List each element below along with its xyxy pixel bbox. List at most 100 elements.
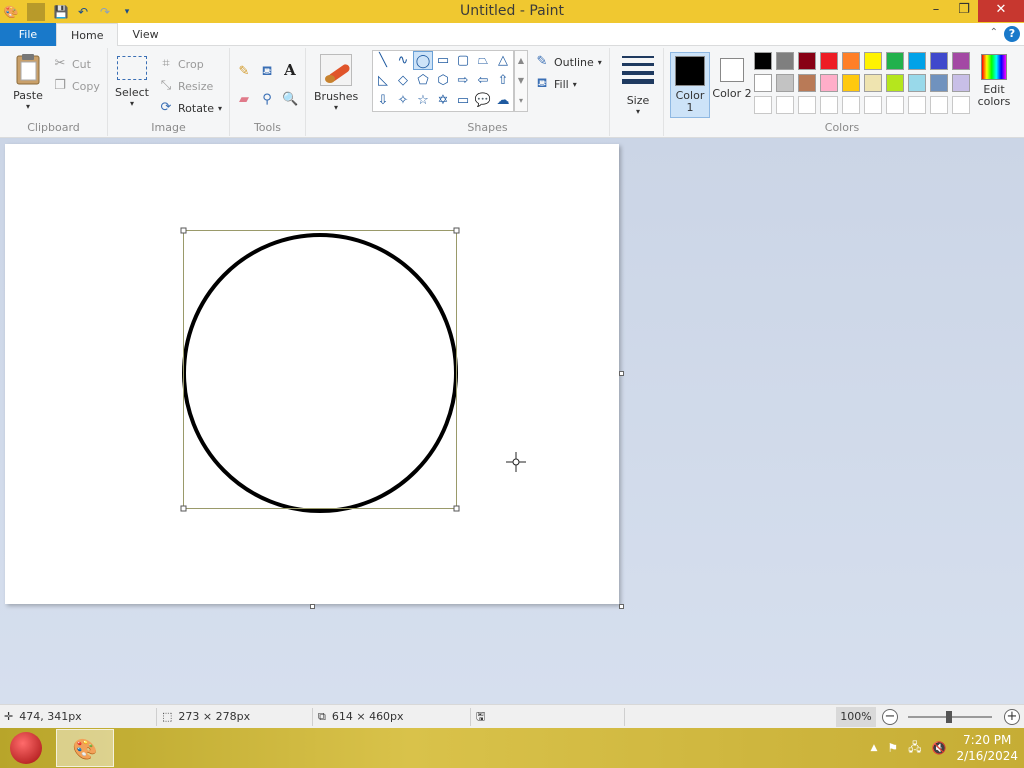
four-point-star-shape-icon[interactable]: ✧ (393, 91, 413, 110)
color-swatch[interactable] (842, 74, 860, 92)
rectangle-shape-icon[interactable]: ▭ (433, 51, 453, 70)
color-swatch[interactable] (754, 96, 772, 114)
collapse-ribbon-icon[interactable]: ⌃ (990, 27, 998, 38)
color-swatch[interactable] (952, 74, 970, 92)
network-icon[interactable]: 🖧 (908, 738, 921, 759)
selection-handle[interactable] (180, 505, 187, 512)
save-icon[interactable]: 💾 (52, 3, 70, 21)
zoom-slider-thumb[interactable] (946, 711, 952, 723)
clock[interactable]: 7:20 PM 2/16/2024 (956, 732, 1018, 764)
customize-quick-access-icon[interactable]: ▾ (118, 3, 136, 21)
color-swatch[interactable] (886, 96, 904, 114)
left-arrow-shape-icon[interactable]: ⇦ (473, 71, 493, 90)
color-swatch[interactable] (820, 74, 838, 92)
magnifier-icon[interactable]: 🔍 (282, 92, 298, 108)
up-arrow-shape-icon[interactable]: ⇧ (493, 71, 513, 90)
hexagon-shape-icon[interactable]: ⬡ (433, 71, 453, 90)
down-arrow-shape-icon[interactable]: ⇩ (373, 91, 393, 110)
color1-button[interactable]: Color 1 (670, 52, 710, 118)
color-swatch[interactable] (886, 52, 904, 70)
resize-button[interactable]: ⤡ Resize (158, 76, 213, 96)
canvas-resize-handle-bottom[interactable] (310, 604, 315, 609)
selection-handle[interactable] (453, 505, 460, 512)
color-swatch[interactable] (908, 52, 926, 70)
cut-button[interactable]: ✂ Cut (52, 54, 91, 74)
canvas-resize-handle-right[interactable] (619, 371, 624, 376)
color-swatch[interactable] (952, 96, 970, 114)
color-swatch[interactable] (842, 96, 860, 114)
paste-dropdown-icon[interactable]: ▾ (8, 102, 48, 111)
triangle-shape-icon[interactable]: △ (493, 51, 513, 70)
color-swatch[interactable] (754, 52, 772, 70)
shapes-more-icon[interactable]: ▾ (515, 91, 527, 111)
color-swatch[interactable] (864, 96, 882, 114)
outline-button[interactable]: ✎ Outline ▾ (534, 52, 602, 72)
ornament-app-icon[interactable] (10, 732, 42, 764)
close-button[interactable]: ✕ (978, 0, 1024, 22)
selection-handle[interactable] (180, 227, 187, 234)
canvas-resize-handle-corner[interactable] (619, 604, 624, 609)
diamond-shape-icon[interactable]: ◇ (393, 71, 413, 90)
oval-shape-icon[interactable]: ◯ (413, 51, 433, 70)
help-icon[interactable]: ? (1004, 26, 1020, 42)
minimize-button[interactable]: – (922, 0, 950, 22)
line-shape-icon[interactable]: ╲ (373, 51, 393, 70)
tab-view[interactable]: View (118, 23, 172, 46)
color-swatch[interactable] (886, 74, 904, 92)
brushes-button[interactable]: Brushes ▾ (314, 54, 358, 112)
edit-colors-button[interactable]: Edit colors (974, 54, 1014, 108)
selection-handle[interactable] (453, 227, 460, 234)
rect-callout-shape-icon[interactable]: ▭ (453, 91, 473, 110)
six-point-star-shape-icon[interactable]: ✡ (433, 91, 453, 110)
five-point-star-shape-icon[interactable]: ☆ (413, 91, 433, 110)
taskbar-paint-button[interactable]: 🎨 (56, 729, 114, 767)
pentagon-shape-icon[interactable]: ⬠ (413, 71, 433, 90)
color-swatch[interactable] (776, 74, 794, 92)
crop-button[interactable]: ⌗ Crop (158, 54, 203, 74)
zoom-in-button[interactable]: + (1004, 709, 1020, 725)
color-swatch[interactable] (754, 74, 772, 92)
color-swatch[interactable] (798, 74, 816, 92)
curve-shape-icon[interactable]: ∿ (393, 51, 413, 70)
undo-icon[interactable]: ↶ (74, 3, 92, 21)
rotate-button[interactable]: ⟳ Rotate ▾ (158, 98, 222, 118)
right-arrow-shape-icon[interactable]: ⇨ (453, 71, 473, 90)
canvas-workspace[interactable] (0, 139, 1024, 704)
copy-button[interactable]: ❐ Copy (52, 76, 100, 96)
shapes-scroll-up-icon[interactable]: ▲ (515, 51, 527, 71)
right-triangle-shape-icon[interactable]: ◺ (373, 71, 393, 90)
color-swatch[interactable] (908, 74, 926, 92)
fill-button[interactable]: ⛾ Fill ▾ (534, 74, 577, 94)
redo-icon[interactable]: ↷ (96, 3, 114, 21)
tab-file[interactable]: File (0, 23, 56, 46)
color-picker-icon[interactable]: ⚲ (259, 92, 275, 108)
color2-button[interactable]: Color 2 (712, 52, 752, 118)
color-swatch[interactable] (798, 96, 816, 114)
restore-button[interactable]: ❐ (950, 0, 978, 22)
color-swatch[interactable] (864, 74, 882, 92)
paste-button[interactable]: Paste ▾ (8, 52, 48, 111)
pencil-icon[interactable]: ✎ (236, 64, 252, 80)
color-swatch[interactable] (776, 96, 794, 114)
paint-app-icon[interactable]: 🎨 (2, 3, 20, 21)
color-swatch[interactable] (930, 96, 948, 114)
zoom-out-button[interactable]: − (882, 709, 898, 725)
color-swatch[interactable] (798, 52, 816, 70)
color-swatch[interactable] (930, 52, 948, 70)
color-swatch[interactable] (820, 96, 838, 114)
shapes-scrollbar[interactable]: ▲ ▼ ▾ (514, 50, 528, 112)
volume-muted-icon[interactable]: 🔇 (932, 741, 947, 755)
size-button[interactable]: Size ▾ (618, 54, 658, 116)
color-swatch[interactable] (820, 52, 838, 70)
rounded-rectangle-shape-icon[interactable]: ▢ (453, 51, 473, 70)
color-swatch[interactable] (842, 52, 860, 70)
fill-bucket-icon[interactable]: ⛾ (259, 64, 275, 80)
select-button[interactable]: Select ▾ (114, 56, 150, 108)
eraser-icon[interactable]: ▰ (236, 92, 252, 108)
cloud-callout-shape-icon[interactable]: ☁ (493, 91, 513, 110)
color-swatch[interactable] (864, 52, 882, 70)
oval-callout-shape-icon[interactable]: 💬 (473, 91, 493, 110)
tab-home[interactable]: Home (56, 23, 119, 47)
color-swatch[interactable] (908, 96, 926, 114)
shapes-scroll-down-icon[interactable]: ▼ (515, 71, 527, 91)
